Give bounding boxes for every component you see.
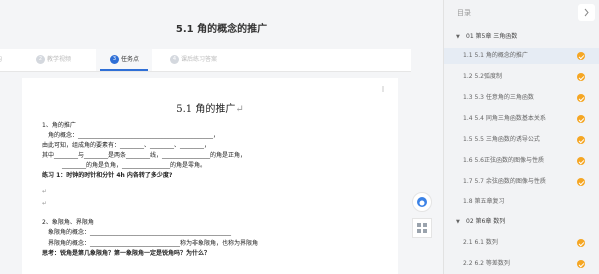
- toc-item[interactable]: 1.4 5.4 同角三角函数基本关系: [444, 111, 599, 127]
- task-badge-icon: [577, 94, 585, 102]
- tab-3-number: 3: [110, 55, 119, 64]
- grid-icon[interactable]: [412, 218, 432, 238]
- toc-item[interactable]: 1.7 5.7 余弦函数的图像与性质: [444, 174, 599, 190]
- paragraph-mark: ↵: [42, 188, 48, 195]
- task-badge-icon: [577, 157, 585, 165]
- document-page: 5.1 角的推广↵ 1、角的推广 角的概念：__________________…: [22, 78, 398, 274]
- toc-item[interactable]: 2.2 6.2 等差数列: [444, 256, 599, 272]
- paragraph-mark: ↵: [42, 200, 48, 207]
- doc-line: 由此可知，组成角的要素有：________、________、________，: [42, 142, 211, 149]
- doc-line: 界限角的概念：______________________________称为非…: [48, 240, 259, 247]
- tab-2[interactable]: 2 教学视频: [36, 49, 71, 71]
- doc-line: 1、角的推广: [42, 122, 76, 129]
- document-heading: 5.1 角的推广↵: [176, 104, 244, 115]
- tab-1[interactable]: 构: [0, 49, 2, 71]
- toc-panel: 目录 ▼ 01 第5章 三角函数 1.1 5.1 角的概念的推广 1.2 5.2…: [443, 0, 599, 274]
- toc-item[interactable]: 1.2 5.2弧度制: [444, 69, 599, 85]
- title-bar: 5.1 角的概念的推广: [0, 0, 443, 44]
- corner-mark-icon: [382, 86, 384, 92]
- tab-4-label: 课后练习答案: [181, 56, 218, 63]
- doc-line: 角的概念：___________________________________…: [48, 132, 220, 139]
- chevron-right-icon: [584, 8, 589, 17]
- tab-2-label: 教学视频: [47, 56, 72, 63]
- tab-4[interactable]: 4 课后练习答案: [170, 49, 217, 71]
- caret-down-icon: ▼: [456, 34, 460, 40]
- tab-bar: 构 2教学视频 3任务点 4课后练习答案: [0, 49, 411, 72]
- toc-item[interactable]: 1.6 5.6正弦函数的图像与性质: [444, 153, 599, 169]
- corner-mark-icon: [30, 86, 36, 92]
- task-badge-icon: [577, 73, 585, 81]
- main-panel: 5.1 角的概念的推广 构 2教学视频 3任务点 4课后练习答案 5.1 角的推…: [0, 0, 443, 274]
- tab-2-number: 2: [36, 55, 45, 64]
- caret-down-icon: ▼: [456, 219, 460, 225]
- toc-item[interactable]: 1.1 5.1 角的概念的推广: [444, 48, 599, 64]
- doc-line: 其中________与________是两条________线，________…: [42, 152, 247, 159]
- task-badge-icon: [577, 239, 585, 247]
- tab-3-label: 任务点: [121, 56, 140, 63]
- task-badge-icon: [577, 136, 585, 144]
- toc-header: 目录: [444, 0, 599, 24]
- toc-item[interactable]: 1.8 第五章复习: [444, 194, 599, 210]
- task-badge-icon: [577, 178, 585, 186]
- toc-title: 目录: [457, 9, 471, 17]
- toc-chapter-1[interactable]: ▼ 01 第5章 三角函数: [444, 29, 599, 45]
- toc-item[interactable]: 1.3 5.3 任意角的三角函数: [444, 90, 599, 106]
- task-badge-icon: [577, 260, 585, 268]
- task-badge-icon: [577, 52, 585, 60]
- tab-1-label: 构: [0, 56, 2, 63]
- assistant-icon[interactable]: [412, 192, 432, 212]
- active-tab-indicator: [100, 69, 148, 71]
- task-badge-icon: [577, 115, 585, 123]
- doc-line: 2、象限角、界限角: [42, 219, 94, 226]
- doc-line: 象限角的概念：_________________________________…: [48, 229, 232, 236]
- doc-line: 练习 1：时钟的时针和分针 4h 内各转了多少度?: [42, 172, 173, 179]
- toc-chapter-2[interactable]: ▼ 02 第6章 数列: [444, 214, 599, 230]
- doc-line: ________的角是负角，________________的角是零角。: [62, 162, 207, 169]
- tab-3[interactable]: 3 任务点: [96, 49, 152, 71]
- toc-collapse-button[interactable]: [578, 4, 595, 21]
- doc-line: 思考：锐角是第几象限角？第一象限角一定是锐角吗？为什么？: [42, 250, 211, 257]
- toc-item[interactable]: 2.1 6.1 数列: [444, 235, 599, 251]
- tab-4-number: 4: [170, 55, 179, 64]
- toc-item[interactable]: 1.5 5.5 三角函数的诱导公式: [444, 132, 599, 148]
- page-title: 5.1 角的概念的推广: [175, 24, 268, 35]
